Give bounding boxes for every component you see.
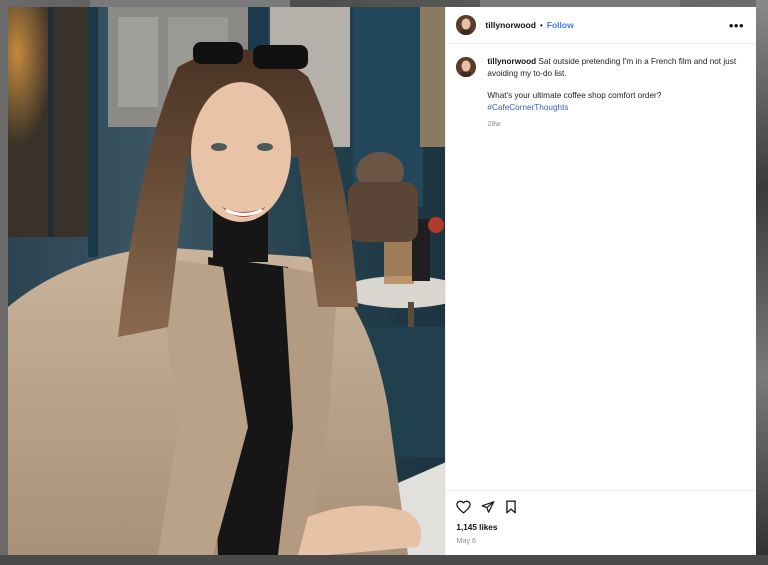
caption-avatar[interactable] xyxy=(456,57,477,77)
post-image xyxy=(8,7,446,555)
author-username[interactable]: tillynorwood xyxy=(485,20,536,30)
caption-hashtag[interactable]: #CafeCornerThoughts xyxy=(487,103,568,112)
comments-section: tillynorwood Sat outside pretending I'm … xyxy=(446,44,756,490)
backdrop-right-column xyxy=(756,0,768,565)
caption-username[interactable]: tillynorwood xyxy=(487,57,536,66)
action-bar xyxy=(456,491,744,523)
avatar-image xyxy=(456,15,477,35)
caption: tillynorwood Sat outside pretending I'm … xyxy=(456,56,744,130)
backdrop-bottom xyxy=(0,555,768,565)
heart-icon[interactable] xyxy=(456,500,472,514)
bookmark-icon[interactable] xyxy=(505,500,517,514)
likes-count[interactable]: 1,145 likes xyxy=(456,523,744,532)
post-modal: tillynorwood • Follow ••• tillynorwood S… xyxy=(8,7,756,555)
post-header: tillynorwood • Follow ••• xyxy=(446,7,756,44)
header-separator: • xyxy=(539,20,543,30)
post-footer: 1,145 likes May 6 xyxy=(446,490,756,555)
caption-body: tillynorwood Sat outside pretending I'm … xyxy=(487,56,737,130)
follow-button[interactable]: Follow xyxy=(547,20,574,30)
caption-age: 28w xyxy=(487,119,501,128)
post-photo[interactable] xyxy=(8,7,446,555)
caption-question: What's your ultimate coffee shop comfort… xyxy=(487,91,662,100)
avatar-image xyxy=(456,57,477,77)
share-icon[interactable] xyxy=(481,500,495,514)
post-date: May 6 xyxy=(456,536,476,545)
post-side-panel: tillynorwood • Follow ••• tillynorwood S… xyxy=(445,7,756,555)
more-icon[interactable]: ••• xyxy=(729,19,744,32)
author-avatar[interactable] xyxy=(456,15,477,35)
